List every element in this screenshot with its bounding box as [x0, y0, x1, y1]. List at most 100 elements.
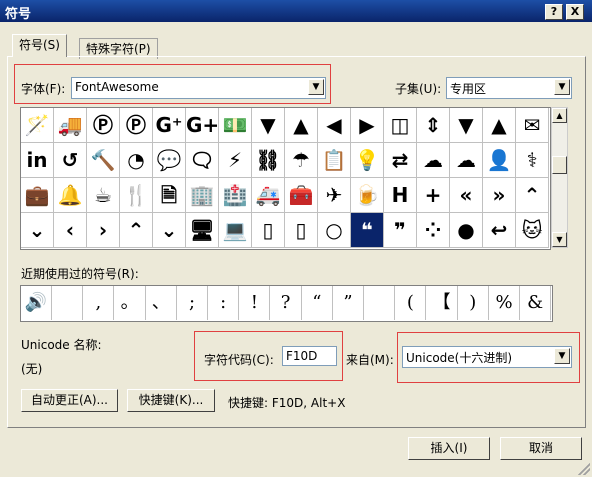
symbol-cell[interactable]: ⛓	[252, 143, 285, 178]
recent-symbol-cell[interactable]: ;	[177, 286, 208, 320]
symbol-cell[interactable]: ▶	[351, 108, 384, 143]
symbol-grid-scrollbar[interactable]: ▲ ▼	[551, 107, 568, 248]
symbol-cell[interactable]: »	[483, 178, 516, 213]
symbol-cell[interactable]: G+	[186, 108, 219, 143]
symbol-cell[interactable]: 🪄	[21, 108, 54, 143]
symbol-cell[interactable]: 🏥	[219, 178, 252, 213]
recent-symbol-cell[interactable]: (	[395, 286, 427, 320]
symbol-cell[interactable]: ☕	[87, 178, 120, 213]
symbol-cell[interactable]: ⁘	[417, 213, 450, 248]
symbol-cell[interactable]: 🏢	[186, 178, 219, 213]
symbol-cell[interactable]: ⌄	[21, 213, 54, 248]
autocorrect-button[interactable]: 自动更正(A)...	[21, 389, 118, 412]
recent-symbol-cell[interactable]	[364, 286, 396, 320]
symbol-cell[interactable]: ‹	[54, 213, 87, 248]
symbol-cell[interactable]: ›	[87, 213, 120, 248]
recent-symbol-cell[interactable]: !	[239, 286, 271, 320]
recent-symbols-list[interactable]: 🔊,。、;:!? “” (【)% &	[20, 285, 553, 322]
symbol-cell[interactable]: ▲	[483, 108, 516, 143]
insert-button[interactable]: 插入(I)	[408, 437, 490, 460]
symbol-cell[interactable]: Ⓟ	[120, 108, 153, 143]
chevron-down-icon[interactable]: ▼	[308, 79, 324, 95]
symbol-cell[interactable]: ☁	[417, 143, 450, 178]
close-button[interactable]: X	[566, 4, 584, 20]
symbol-cell[interactable]: 🍴	[120, 178, 153, 213]
symbol-cell[interactable]: 🔨	[87, 143, 120, 178]
scroll-thumb[interactable]	[552, 156, 567, 174]
shortcut-key-button[interactable]: 快捷键(K)...	[127, 389, 215, 412]
symbol-cell[interactable]: 🍺	[351, 178, 384, 213]
symbol-cell[interactable]: ⌃	[120, 213, 153, 248]
symbol-cell[interactable]: ☁	[450, 143, 483, 178]
symbol-cell[interactable]: 🚑	[252, 178, 285, 213]
symbol-cell[interactable]: ▯	[252, 213, 285, 248]
symbol-cell[interactable]: ✉	[516, 108, 549, 143]
chevron-down-icon[interactable]: ▼	[554, 79, 570, 95]
recent-symbol-cell[interactable]: :	[208, 286, 240, 320]
char-code-input[interactable]: F10D	[282, 346, 337, 366]
symbol-cell[interactable]: ○	[318, 213, 351, 248]
recent-symbol-cell[interactable]: ,	[83, 286, 115, 320]
recent-symbol-cell[interactable]: 🔊	[21, 286, 52, 320]
symbol-cell[interactable]: 📋	[318, 143, 351, 178]
symbol-cell[interactable]: H	[384, 178, 417, 213]
recent-symbol-cell[interactable]: %	[489, 286, 520, 320]
symbol-cell[interactable]: 💵	[219, 108, 252, 143]
symbol-cell[interactable]: ✈	[318, 178, 351, 213]
symbol-cell[interactable]: G⁺	[153, 108, 186, 143]
recent-symbol-cell[interactable]: ”	[333, 286, 364, 320]
scroll-up-icon[interactable]: ▲	[552, 108, 567, 123]
symbol-cell[interactable]: ⇕	[417, 108, 450, 143]
symbol-cell[interactable]: ◔	[120, 143, 153, 178]
symbol-cell[interactable]: ◀	[318, 108, 351, 143]
symbol-cell[interactable]: ⇄	[384, 143, 417, 178]
symbol-cell[interactable]: 🗎	[153, 178, 186, 213]
recent-symbol-cell[interactable]: 【	[427, 286, 458, 320]
symbol-cell[interactable]: ❞	[384, 213, 417, 248]
symbol-cell[interactable]: 👤	[483, 143, 516, 178]
symbol-cell[interactable]: ↩	[483, 213, 516, 248]
symbol-cell[interactable]: ▯	[285, 213, 318, 248]
symbol-cell[interactable]: 🖥	[186, 213, 219, 248]
recent-symbol-cell[interactable]: 。	[115, 286, 146, 320]
from-dropdown[interactable]: Unicode(十六进制) ▼	[402, 346, 572, 368]
recent-symbol-cell[interactable]: “	[302, 286, 333, 320]
recent-symbol-cell[interactable]: 、	[146, 286, 177, 320]
symbol-cell[interactable]: Ⓟ	[87, 108, 120, 143]
symbol-cell[interactable]: 💬	[153, 143, 186, 178]
symbol-cell[interactable]: ↺	[54, 143, 87, 178]
cancel-button[interactable]: 取消	[500, 437, 582, 460]
symbol-cell[interactable]: 🧰	[285, 178, 318, 213]
symbol-cell[interactable]: «	[450, 178, 483, 213]
symbol-cell[interactable]: ◫	[384, 108, 417, 143]
symbol-cell[interactable]: ▲	[285, 108, 318, 143]
chevron-down-icon[interactable]: ▼	[554, 348, 570, 364]
symbol-cell[interactable]: ❝	[351, 213, 384, 248]
resize-grip-icon[interactable]	[578, 463, 590, 475]
symbol-cell[interactable]: 💼	[21, 178, 54, 213]
recent-symbol-cell[interactable]: )	[458, 286, 489, 320]
symbol-cell[interactable]: 💻	[219, 213, 252, 248]
symbol-cell[interactable]: 🗨	[186, 143, 219, 178]
symbol-grid[interactable]: 🪄 🚚 Ⓟ Ⓟ G⁺ G+ 💵 ▼ ▲ ◀ ▶ ◫ ⇕ ▼ ▲ ✉ in ↺ 🔨 ◔ 💬 🗨 ⚡ ⛓ ☂ 📋 💡 ⇄ ☁ ☁ 👤 ⚕ 💼 🔔 ☕ 🍴 🗎…	[20, 107, 551, 250]
symbol-cell[interactable]: ⌄	[153, 213, 186, 248]
font-dropdown[interactable]: FontAwesome ▼	[71, 77, 326, 99]
symbol-cell[interactable]: 🚚	[54, 108, 87, 143]
recent-symbol-cell[interactable]: &	[520, 286, 552, 320]
tab-symbols[interactable]: 符号(S)	[12, 34, 67, 57]
symbol-cell[interactable]: 🔔	[54, 178, 87, 213]
subset-dropdown[interactable]: 专用区 ▼	[446, 77, 572, 99]
symbol-cell[interactable]: ☂	[285, 143, 318, 178]
symbol-cell[interactable]: ●	[450, 213, 483, 248]
symbol-cell[interactable]: ⌃	[516, 178, 549, 213]
symbol-cell[interactable]: 🐱	[516, 213, 549, 248]
recent-symbol-cell[interactable]: ?	[271, 286, 302, 320]
scroll-down-icon[interactable]: ▼	[552, 232, 567, 247]
symbol-cell[interactable]: 💡	[351, 143, 384, 178]
symbol-cell[interactable]: in	[21, 143, 54, 178]
symbol-cell[interactable]: ⚡	[219, 143, 252, 178]
recent-symbol-cell[interactable]	[52, 286, 84, 320]
symbol-cell[interactable]: ▼	[252, 108, 285, 143]
symbol-cell[interactable]: ⚕	[516, 143, 549, 178]
help-button[interactable]: ?	[545, 4, 563, 20]
